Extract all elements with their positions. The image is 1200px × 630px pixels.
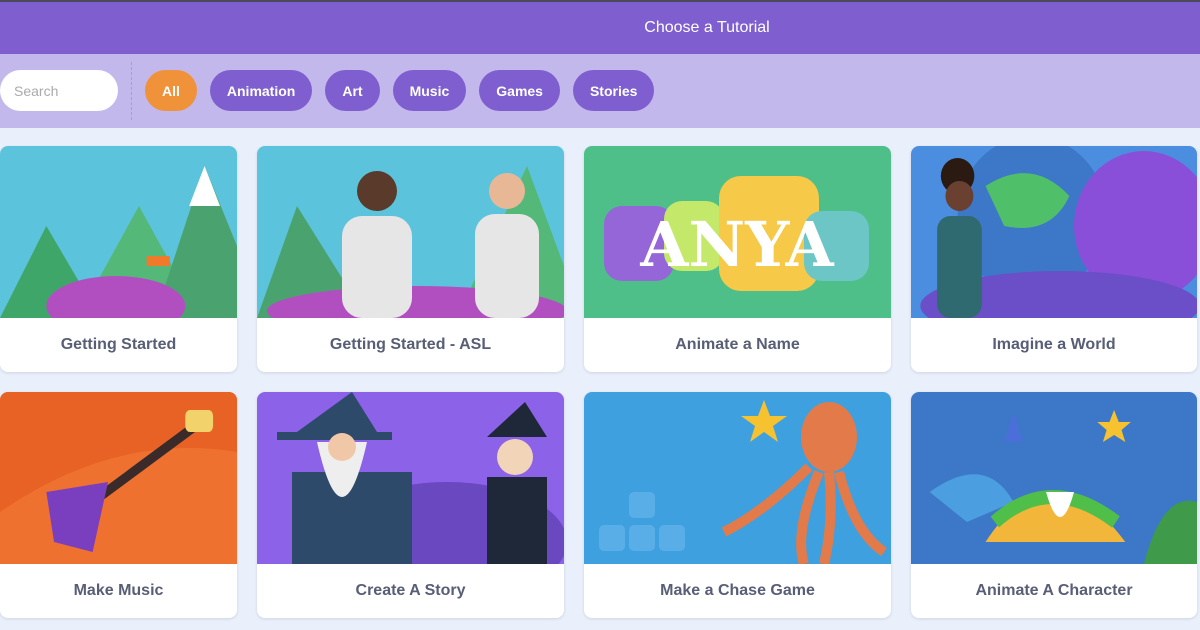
tutorial-card-getting-started-asl[interactable]: Getting Started - ASL [257,146,564,372]
tutorial-card-animate-a-name[interactable]: ANYA Animate a Name [584,146,891,372]
filter-bar: All Animation Art Music Games Stories [0,54,1200,128]
tutorial-title: Imagine a World [992,336,1116,353]
modal-header: Choose a Tutorial [0,2,1200,54]
tutorial-thumbnail: ANYA [584,146,891,318]
tutorial-title: Getting Started - ASL [329,336,492,353]
thumb-text: ANYA [639,208,834,281]
tutorial-title: Animate a Name [675,336,800,353]
tutorial-title: Getting Started [60,336,177,353]
tutorial-card-make-a-chase-game[interactable]: Make a Chase Game [584,392,891,618]
tutorial-thumbnail [257,392,564,564]
tutorial-title: Make a Chase Game [660,582,815,599]
tutorial-card-imagine-a-world[interactable]: Imagine a World [911,146,1197,372]
modal-title: Choose a Tutorial [644,19,770,36]
tutorial-card-make-music[interactable]: Make Music [0,392,237,618]
tutorial-title: Animate A Character [975,582,1133,599]
filter-animation[interactable]: Animation [209,70,313,111]
filter-all[interactable]: All [145,70,197,111]
filter-music[interactable]: Music [392,70,467,111]
tutorial-thumbnail [584,392,891,564]
filter-stories[interactable]: Stories [572,70,655,111]
search-input[interactable] [0,70,118,111]
tutorial-thumbnail [0,392,237,564]
filter-chips: All Animation Art Music Games Stories [145,70,655,111]
tutorial-title: Create A Story [355,582,466,599]
tutorial-title: Make Music [73,582,164,599]
tutorial-thumbnail [911,146,1197,318]
filter-games[interactable]: Games [479,70,560,111]
tutorial-card-getting-started[interactable]: Getting Started [0,146,237,372]
tutorial-thumbnail [257,146,564,318]
tutorial-thumbnail [0,146,237,318]
tutorial-thumbnail [911,392,1197,564]
filter-art[interactable]: Art [325,70,380,111]
tutorial-card-create-a-story[interactable]: Create A Story [257,392,564,618]
divider [131,62,132,120]
tutorial-card-animate-a-character[interactable]: Animate A Character [911,392,1197,618]
